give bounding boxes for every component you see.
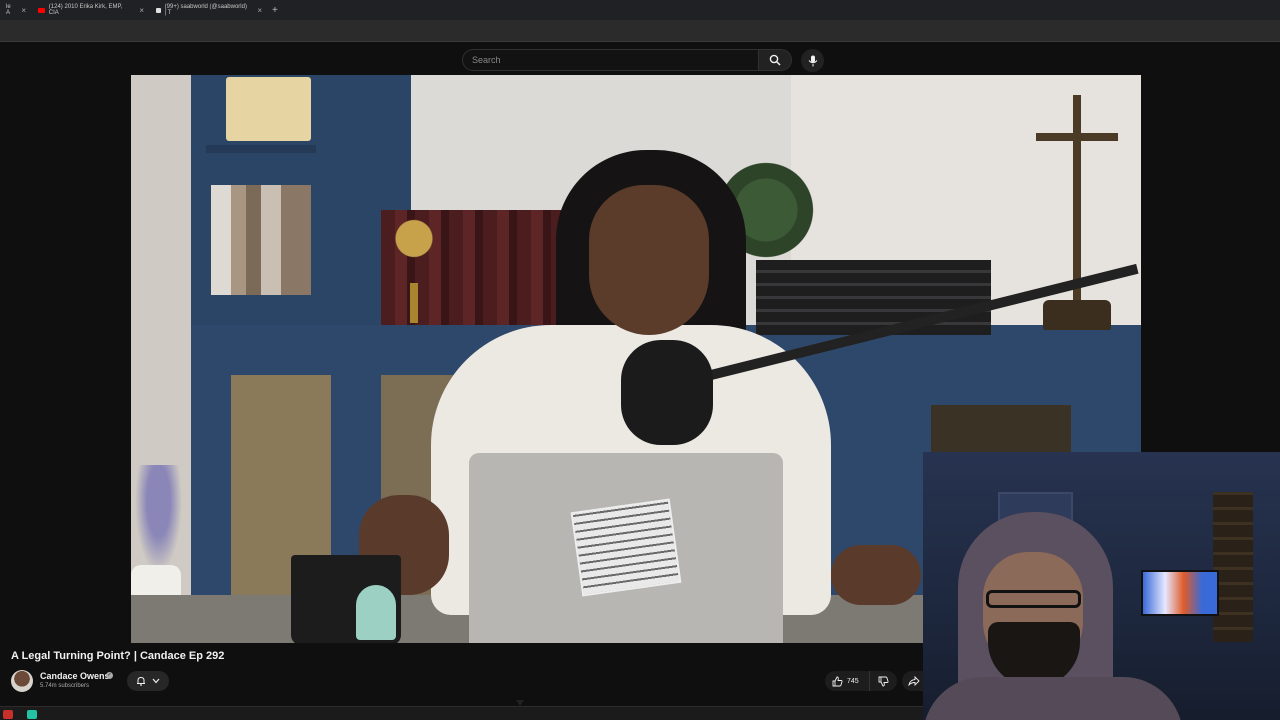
taskbar (0, 706, 923, 720)
search-button[interactable] (758, 49, 792, 71)
browser-toolbar (0, 20, 1280, 42)
close-tab-icon[interactable]: × (21, 6, 26, 15)
tab-title: (99+) saabworld (@saabworld) | T (164, 4, 247, 16)
tab-title: le A (6, 4, 11, 16)
channel-avatar[interactable] (11, 670, 33, 692)
dislike-button[interactable] (869, 671, 897, 691)
youtube-favicon-icon (38, 7, 45, 13)
share-icon (908, 676, 920, 686)
microphone-icon (808, 55, 817, 66)
search-input[interactable]: Search (462, 49, 758, 71)
close-tab-icon[interactable]: × (139, 6, 144, 15)
new-tab-button[interactable]: + (272, 5, 278, 16)
close-tab-icon[interactable]: × (257, 6, 262, 15)
taskbar-app-icon[interactable] (27, 710, 37, 719)
taskbar-app-icon[interactable] (3, 710, 13, 719)
bell-icon (137, 676, 145, 686)
voice-search-button[interactable] (801, 49, 824, 72)
browser-tab[interactable]: (124) 2010 Erika Kirk, EMP, CIA × (32, 0, 150, 20)
verified-badge-icon: ✓ (106, 672, 113, 679)
video-title: A Legal Turning Point? | Candace Ep 292 (11, 650, 225, 662)
subscriber-count: 5.74m subscribers (40, 683, 90, 689)
browser-tab-strip: le A × (124) 2010 Erika Kirk, EMP, CIA ×… (0, 0, 1280, 20)
tiktok-favicon-icon (156, 7, 161, 13)
thumbs-up-icon (832, 676, 843, 686)
tab-title: (124) 2010 Erika Kirk, EMP, CIA (48, 4, 123, 16)
thumbs-down-icon (878, 676, 889, 686)
search-icon (769, 54, 781, 66)
like-button[interactable]: 745 (825, 671, 869, 691)
chevron-down-icon (152, 678, 160, 684)
youtube-header: Search (0, 43, 1280, 75)
like-dislike-group: 745 (825, 671, 897, 691)
notification-bell-button[interactable] (127, 671, 169, 691)
channel-name[interactable]: Candace Owens (40, 671, 110, 681)
webcam-overlay (923, 452, 1280, 720)
like-count: 745 (847, 677, 859, 685)
browser-tab[interactable]: le A × (0, 0, 32, 20)
browser-tab[interactable]: (99+) saabworld (@saabworld) | T × (150, 0, 268, 20)
